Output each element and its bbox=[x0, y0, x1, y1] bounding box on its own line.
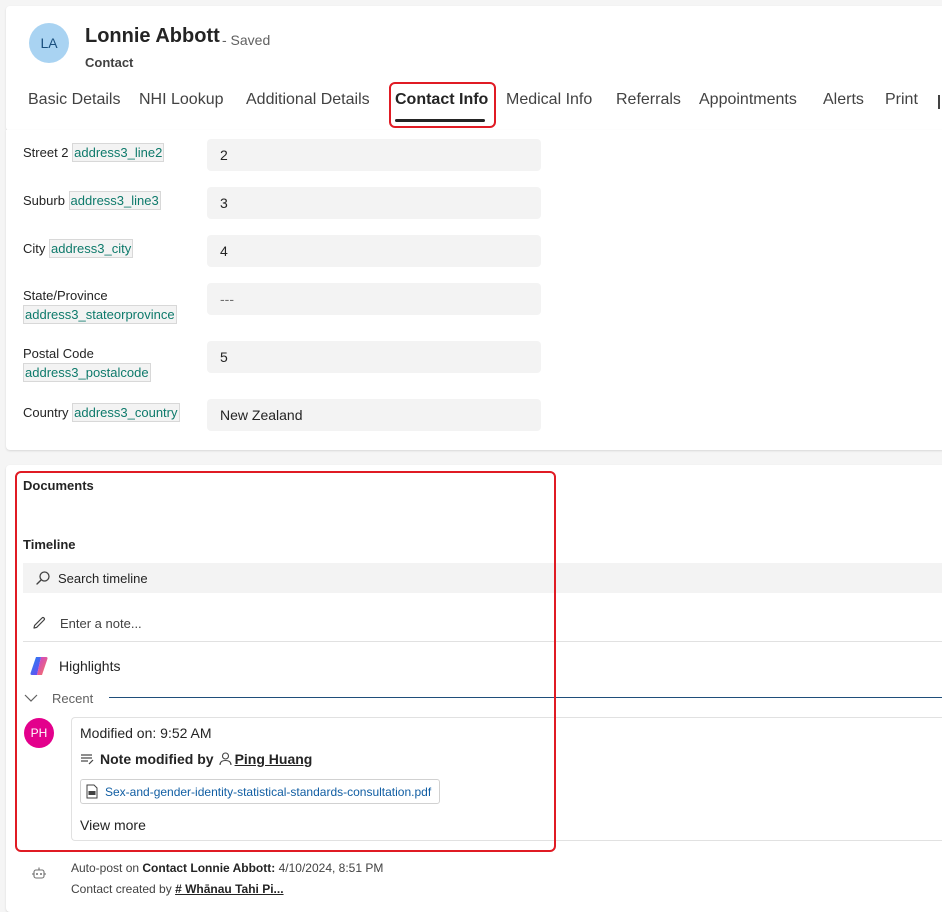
field-label-street2: Street 2 address3_line2 bbox=[23, 143, 165, 162]
autopost-prefix: Auto-post on bbox=[71, 861, 140, 875]
active-tab-indicator bbox=[395, 119, 485, 122]
person-icon bbox=[219, 752, 232, 766]
modified-on-timestamp: Modified on: 9:52 AM bbox=[80, 725, 212, 741]
search-icon bbox=[35, 570, 51, 586]
field-label-state: State/Province bbox=[23, 288, 108, 303]
attachment-filename: Sex-and-gender-identity-statistical-stan… bbox=[105, 784, 432, 799]
field-label-text: Street 2 bbox=[23, 145, 69, 160]
autopost-detail: Contact created by # Whānau Tahi Pi... bbox=[71, 882, 284, 896]
tab-appointments[interactable]: Appointments bbox=[699, 91, 797, 109]
autopost-timestamp: 4/10/2024, 8:51 PM bbox=[278, 861, 384, 875]
tab-basic-details[interactable]: Basic Details bbox=[28, 91, 120, 109]
state-input[interactable]: --- bbox=[207, 283, 541, 315]
field-label-text: Suburb bbox=[23, 193, 65, 208]
recent-group-toggle[interactable]: Recent bbox=[24, 690, 93, 706]
field-label-suburb: Suburb address3_line3 bbox=[23, 191, 161, 210]
suburb-input[interactable]: 3 bbox=[207, 187, 541, 219]
autopost-link[interactable]: # Whānau Tahi Pi... bbox=[175, 882, 283, 896]
timeline-search-input[interactable]: Search timeline bbox=[23, 563, 942, 593]
field-label-text: Country bbox=[23, 405, 69, 420]
schema-name-badge: address3_stateorprovince bbox=[23, 305, 177, 324]
saved-status: - Saved bbox=[222, 32, 271, 48]
field-label-city: City address3_city bbox=[23, 239, 134, 258]
avatar: LA bbox=[29, 23, 69, 63]
field-label-postal: Postal Code bbox=[23, 346, 94, 361]
entity-type-label: Contact bbox=[85, 55, 134, 70]
bot-icon bbox=[31, 866, 47, 882]
highlights-label: Highlights bbox=[59, 658, 121, 674]
timeline-title: Timeline bbox=[23, 537, 76, 552]
field-label-text: City bbox=[23, 241, 46, 256]
note-input[interactable]: Enter a note... bbox=[23, 605, 942, 642]
record-title: Lonnie Abbott bbox=[85, 25, 220, 47]
autopost-detail-prefix: Contact created by bbox=[71, 882, 172, 896]
tab-additional-details[interactable]: Additional Details bbox=[246, 91, 370, 109]
note-modified-row: Note modified by Ping Huang bbox=[80, 751, 312, 767]
tab-overflow-fragment bbox=[938, 95, 940, 109]
field-schema-state: address3_stateorprovince bbox=[23, 305, 177, 324]
search-placeholder: Search timeline bbox=[58, 570, 148, 586]
tab-nhi-lookup[interactable]: NHI Lookup bbox=[139, 91, 224, 109]
field-schema-postal: address3_postalcode bbox=[23, 363, 151, 382]
field-label-country: Country address3_country bbox=[23, 403, 180, 422]
note-placeholder: Enter a note... bbox=[60, 615, 142, 631]
author-link[interactable]: Ping Huang bbox=[235, 751, 313, 767]
note-modified-label: Note modified by bbox=[100, 751, 214, 767]
tab-referrals[interactable]: Referrals bbox=[616, 91, 681, 109]
pdf-file-icon bbox=[86, 784, 98, 799]
recent-divider bbox=[109, 697, 942, 698]
country-input[interactable]: New Zealand bbox=[207, 399, 541, 431]
copilot-icon bbox=[28, 655, 50, 677]
tab-print[interactable]: Print bbox=[885, 91, 918, 109]
tab-alerts[interactable]: Alerts bbox=[823, 91, 864, 109]
documents-timeline-section bbox=[6, 465, 942, 912]
pencil-icon bbox=[31, 615, 47, 631]
tab-contact-info[interactable]: Contact Info bbox=[395, 91, 488, 109]
tab-medical-info[interactable]: Medical Info bbox=[506, 91, 592, 109]
recent-label: Recent bbox=[52, 690, 94, 706]
view-more-link[interactable]: View more bbox=[80, 817, 146, 833]
schema-name-badge: address3_line3 bbox=[68, 191, 161, 210]
postal-code-input[interactable]: 5 bbox=[207, 341, 541, 373]
schema-name-badge: address3_postalcode bbox=[23, 363, 151, 382]
schema-name-badge: address3_country bbox=[72, 403, 180, 422]
highlights-button[interactable]: Highlights bbox=[28, 654, 120, 678]
city-input[interactable]: 4 bbox=[207, 235, 541, 267]
documents-title: Documents bbox=[23, 478, 94, 493]
schema-name-badge: address3_city bbox=[49, 239, 134, 258]
avatar: PH bbox=[24, 718, 54, 748]
schema-name-badge: address3_line2 bbox=[72, 143, 165, 162]
attachment-chip[interactable]: Sex-and-gender-identity-statistical-stan… bbox=[80, 779, 441, 804]
chevron-down-icon bbox=[24, 693, 38, 703]
street2-input[interactable]: 2 bbox=[207, 139, 541, 171]
autopost-summary: Auto-post on Contact Lonnie Abbott: 4/10… bbox=[71, 861, 383, 875]
note-icon bbox=[80, 752, 94, 766]
autopost-subject: Contact Lonnie Abbott: bbox=[142, 861, 276, 875]
